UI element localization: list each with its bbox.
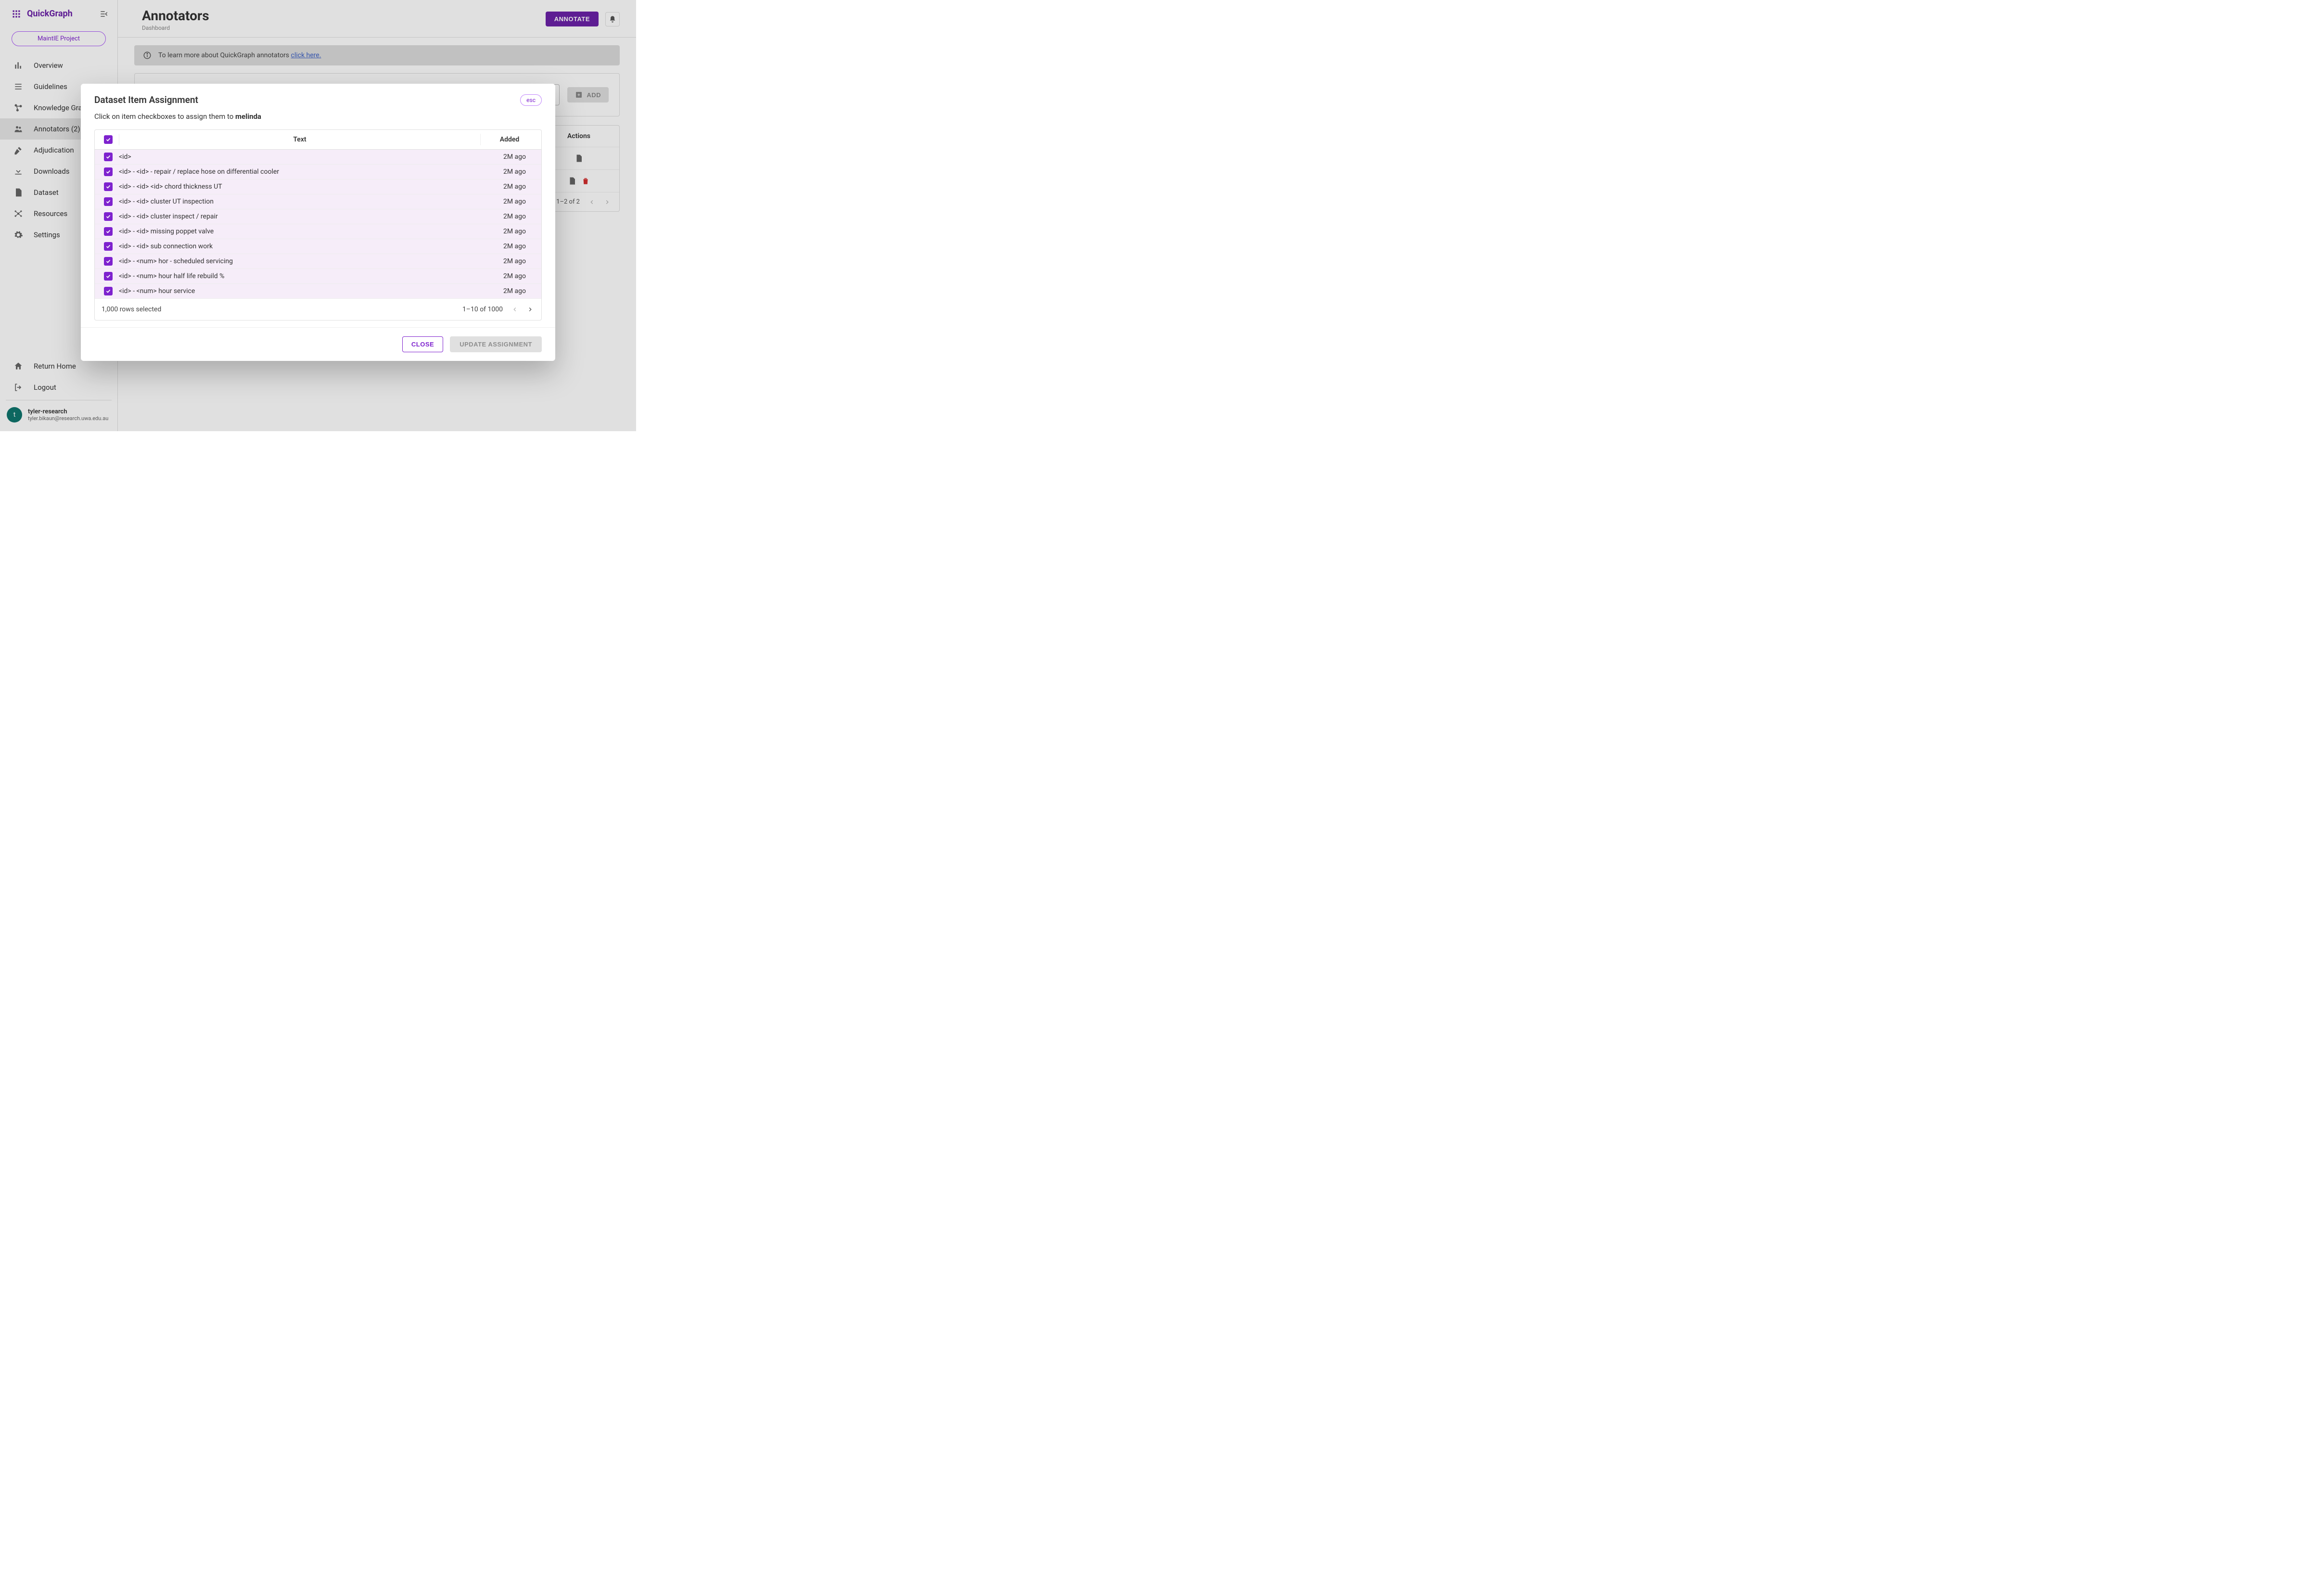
row-checkbox[interactable] xyxy=(104,227,113,236)
table-row[interactable]: <id> - <id> - repair / replace hose on d… xyxy=(95,165,541,179)
column-header-added: Added xyxy=(481,134,538,145)
row-checkbox[interactable] xyxy=(104,272,113,281)
row-text: <id> - <id> <id> chord thickness UT xyxy=(119,183,481,191)
row-checkbox[interactable] xyxy=(104,257,113,266)
modal-annotator-name: melinda xyxy=(235,112,261,121)
table-row[interactable]: <id> - <id> sub connection work2M ago xyxy=(95,239,541,254)
modal-overlay[interactable]: Dataset Item Assignment Click on item ch… xyxy=(0,0,636,431)
modal-title: Dataset Item Assignment xyxy=(94,94,261,105)
modal-pagination-range: 1–10 of 1000 xyxy=(462,306,503,313)
table-row[interactable]: <id> - <num> hour half life rebuild %2M … xyxy=(95,269,541,284)
row-checkbox[interactable] xyxy=(104,287,113,295)
row-text: <id> - <num> hour service xyxy=(119,287,481,295)
row-text: <id> - <id> cluster UT inspection xyxy=(119,198,481,205)
row-checkbox[interactable] xyxy=(104,167,113,176)
table-row[interactable]: <id> - <id> cluster inspect / repair2M a… xyxy=(95,209,541,224)
row-text: <id> - <id> cluster inspect / repair xyxy=(119,213,481,220)
update-assignment-button[interactable]: UPDATE ASSIGNMENT xyxy=(450,336,542,352)
table-row[interactable]: <id>2M ago xyxy=(95,150,541,165)
esc-button[interactable]: esc xyxy=(520,94,542,106)
dataset-assignment-modal: Dataset Item Assignment Click on item ch… xyxy=(81,84,555,361)
table-row[interactable]: <id> - <num> hour service2M ago xyxy=(95,284,541,299)
modal-pagination-prev[interactable] xyxy=(511,306,518,313)
assignment-table: Text Added <id>2M ago<id> - <id> - repai… xyxy=(94,129,542,320)
row-text: <id> - <id> sub connection work xyxy=(119,243,481,250)
row-added: 2M ago xyxy=(481,287,538,295)
row-checkbox[interactable] xyxy=(104,242,113,251)
selected-count: 1,000 rows selected xyxy=(102,306,161,313)
row-added: 2M ago xyxy=(481,257,538,265)
table-row[interactable]: <id> - <num> hor - scheduled servicing2M… xyxy=(95,254,541,269)
row-added: 2M ago xyxy=(481,153,538,161)
column-header-text: Text xyxy=(119,134,481,145)
row-text: <id> - <num> hor - scheduled servicing xyxy=(119,257,481,265)
row-text: <id> - <num> hour half life rebuild % xyxy=(119,272,481,280)
row-added: 2M ago xyxy=(481,243,538,250)
row-checkbox[interactable] xyxy=(104,212,113,221)
row-text: <id> - <id> missing poppet valve xyxy=(119,228,481,235)
table-row[interactable]: <id> - <id> <id> chord thickness UT2M ag… xyxy=(95,179,541,194)
modal-subtitle: Click on item checkboxes to assign them … xyxy=(94,112,261,121)
row-checkbox[interactable] xyxy=(104,153,113,161)
modal-pagination-next[interactable] xyxy=(527,306,534,313)
select-all-checkbox[interactable] xyxy=(104,135,113,144)
close-button[interactable]: CLOSE xyxy=(402,336,443,352)
row-text: <id> xyxy=(119,153,481,161)
row-checkbox[interactable] xyxy=(104,197,113,206)
row-added: 2M ago xyxy=(481,183,538,191)
row-text: <id> - <id> - repair / replace hose on d… xyxy=(119,168,481,176)
row-added: 2M ago xyxy=(481,213,538,220)
row-added: 2M ago xyxy=(481,198,538,205)
row-added: 2M ago xyxy=(481,228,538,235)
table-row[interactable]: <id> - <id> cluster UT inspection2M ago xyxy=(95,194,541,209)
table-row[interactable]: <id> - <id> missing poppet valve2M ago xyxy=(95,224,541,239)
row-checkbox[interactable] xyxy=(104,182,113,191)
row-added: 2M ago xyxy=(481,272,538,280)
row-added: 2M ago xyxy=(481,168,538,176)
